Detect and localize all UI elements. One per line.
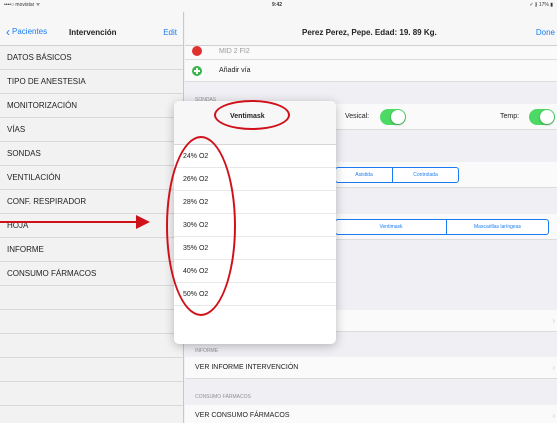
menu-empty-row bbox=[0, 382, 183, 406]
annotation-arrow-head bbox=[136, 215, 150, 229]
ver-informe-label: VER INFORME INTERVENCIÓN bbox=[195, 364, 299, 371]
master-pane: ‹ Pacientes Intervención Edit DATOS BÁSI… bbox=[0, 12, 184, 423]
annotation-arrow-line bbox=[0, 221, 137, 223]
segment-controlada[interactable]: Controlada bbox=[392, 168, 458, 182]
device-segmented[interactable]: Ventimask Mascarillas laríngeas bbox=[335, 219, 549, 235]
status-bar: ••••○ movistar ᯤ 9:42 ✓ ∦ 17% ▮ bbox=[0, 0, 557, 12]
segment-ventimask[interactable]: Ventimask bbox=[336, 220, 446, 234]
section-menu: DATOS BÁSICOS TIPO DE ANESTESIA MONITORI… bbox=[0, 46, 183, 406]
menu-item-informe[interactable]: INFORME bbox=[0, 238, 183, 262]
menu-item-conf-respirador[interactable]: CONF. RESPIRADOR bbox=[0, 190, 183, 214]
menu-item-datos-basicos[interactable]: DATOS BÁSICOS bbox=[0, 46, 183, 70]
chevron-right-icon: › bbox=[552, 316, 555, 325]
detail-nav-bar: Perez Perez, Pepe. Edad: 19. 89 Kg. Done bbox=[185, 12, 557, 46]
annotation-title-oval bbox=[214, 100, 290, 130]
done-button[interactable]: Done bbox=[536, 28, 555, 37]
menu-empty-row bbox=[0, 310, 183, 334]
vesical-toggle[interactable] bbox=[380, 109, 406, 125]
via-row[interactable]: MID 2 FI2 bbox=[185, 46, 557, 60]
add-via-label: Añadir vía bbox=[219, 67, 251, 74]
ver-informe-row[interactable]: VER INFORME INTERVENCIÓN › bbox=[185, 357, 557, 379]
clock: 9:42 bbox=[272, 2, 283, 8]
remove-icon[interactable] bbox=[192, 46, 202, 56]
back-button[interactable]: ‹ Pacientes bbox=[6, 24, 48, 39]
menu-empty-row bbox=[0, 286, 183, 310]
temp-toggle[interactable] bbox=[529, 109, 555, 125]
menu-item-tipo-anestesia[interactable]: TIPO DE ANESTESIA bbox=[0, 70, 183, 94]
segment-asistida[interactable]: Asistida bbox=[336, 168, 392, 182]
menu-item-monitorizacion[interactable]: MONITORIZACIÓN bbox=[0, 94, 183, 118]
menu-empty-row bbox=[0, 358, 183, 382]
menu-item-vias[interactable]: VÍAS bbox=[0, 118, 183, 142]
vesical-label: Vesical: bbox=[345, 113, 370, 120]
add-via-row[interactable]: Añadir vía bbox=[185, 60, 557, 82]
annotation-options-oval bbox=[166, 136, 236, 316]
section-header-informe: INFORME bbox=[195, 348, 219, 354]
back-button-label: Pacientes bbox=[12, 27, 48, 36]
via-label: MID 2 FI2 bbox=[219, 48, 250, 55]
master-nav-bar: ‹ Pacientes Intervención Edit bbox=[0, 12, 183, 46]
segment-mascarillas-laringeas[interactable]: Mascarillas laríngeas bbox=[446, 220, 548, 234]
menu-empty-row bbox=[0, 334, 183, 358]
section-header-consumo: CONSUMO FÁRMACOS bbox=[195, 394, 251, 400]
edit-button[interactable]: Edit bbox=[163, 28, 177, 37]
battery-indicator: ✓ ∦ 17% ▮ bbox=[529, 2, 553, 8]
ventilation-mode-segmented[interactable]: Asistida Controlada bbox=[335, 167, 459, 183]
temp-label: Temp: bbox=[500, 113, 520, 120]
menu-item-consumo-farmacos[interactable]: CONSUMO FÁRMACOS bbox=[0, 262, 183, 286]
menu-item-ventilacion[interactable]: VENTILACIÓN bbox=[0, 166, 183, 190]
carrier-label: ••••○ movistar ᯤ bbox=[4, 2, 41, 8]
menu-item-sondas[interactable]: SONDAS bbox=[0, 142, 183, 166]
chevron-left-icon: ‹ bbox=[6, 24, 10, 39]
menu-item-hoja[interactable]: HOJA bbox=[0, 214, 183, 238]
chevron-right-icon: › bbox=[552, 411, 555, 420]
ver-consumo-row[interactable]: VER CONSUMO FÁRMACOS › bbox=[185, 405, 557, 423]
ver-consumo-label: VER CONSUMO FÁRMACOS bbox=[195, 412, 290, 419]
patient-title: Perez Perez, Pepe. Edad: 19. 89 Kg. bbox=[302, 28, 437, 37]
chevron-right-icon: › bbox=[552, 363, 555, 372]
master-title: Intervención bbox=[69, 28, 117, 37]
add-icon[interactable] bbox=[192, 66, 202, 76]
